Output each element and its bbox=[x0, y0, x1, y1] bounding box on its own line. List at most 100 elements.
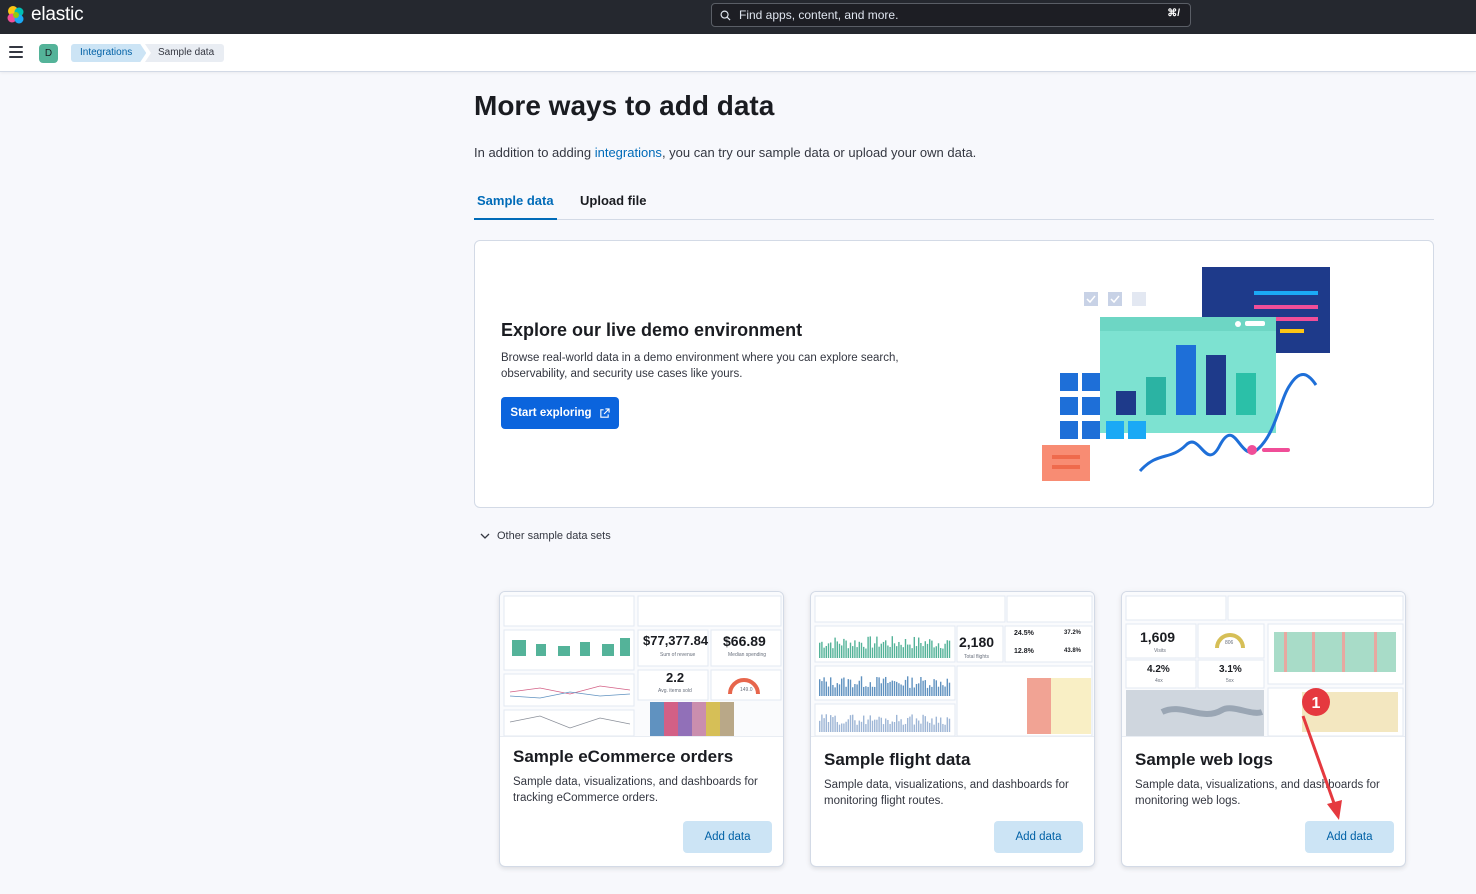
thumbnail-bar bbox=[860, 676, 863, 696]
thumbnail-bar bbox=[909, 716, 911, 732]
thumbnail-bar bbox=[911, 677, 913, 696]
thumbnail-bar bbox=[867, 636, 869, 658]
integrations-link[interactable]: integrations bbox=[595, 145, 662, 160]
thumbnail-bar bbox=[902, 724, 904, 732]
tab-upload-file[interactable]: Upload file bbox=[580, 193, 646, 220]
thumbnail-bar bbox=[876, 636, 878, 658]
thumbnail-bar bbox=[922, 714, 924, 732]
global-search-input[interactable]: Find apps, content, and more. ⌘/ bbox=[711, 3, 1191, 27]
thumbnail-bar bbox=[849, 679, 852, 696]
thumbnail-bar bbox=[876, 719, 878, 732]
thumbnail-bar bbox=[900, 644, 902, 658]
thumbnail-bar bbox=[854, 640, 856, 658]
thumbnail-bar bbox=[841, 645, 843, 658]
thumbnail-bar bbox=[926, 687, 929, 696]
flight-thumb-total-label: Total flights bbox=[964, 654, 990, 660]
page-title: More ways to add data bbox=[474, 90, 775, 121]
thumbnail-bar bbox=[933, 679, 935, 696]
flight-thumb-graphics bbox=[814, 595, 1093, 736]
start-exploring-button[interactable]: Start exploring bbox=[501, 397, 619, 429]
ecommerce-thumb-revenue-label: Sum of revenue bbox=[660, 652, 696, 658]
flight-add-data-button[interactable]: Add data bbox=[994, 821, 1083, 853]
thumbnail-bar bbox=[913, 724, 915, 732]
thumbnail-bar bbox=[856, 647, 858, 658]
thumbnail-bar bbox=[885, 718, 887, 732]
thumbnail-bar bbox=[929, 722, 931, 732]
thumbnail-bar bbox=[841, 678, 843, 696]
thumbnail-bar bbox=[920, 723, 922, 732]
thumbnail-bar bbox=[849, 642, 852, 658]
thumbnail-bar bbox=[867, 719, 869, 732]
thumbnail-bar bbox=[922, 646, 924, 658]
thumbnail-bar bbox=[902, 685, 904, 696]
thumbnail-bar bbox=[896, 714, 898, 732]
thumbnail-bar bbox=[823, 647, 825, 658]
thumbnail-bar bbox=[900, 684, 902, 696]
thumbnail-bar bbox=[871, 647, 874, 658]
thumbnail-bar bbox=[926, 721, 929, 732]
elastic-logo[interactable]: elastic bbox=[6, 4, 84, 26]
thumbnail-bar bbox=[823, 677, 825, 696]
thumbnail-bar bbox=[852, 714, 854, 732]
flight-dashboard-thumbnail: 2,180 Total flights 24.5% 37.2% 12.8% 43… bbox=[811, 592, 1094, 737]
thumbnail-bar bbox=[915, 683, 918, 696]
ecommerce-thumb-graphics bbox=[503, 595, 782, 736]
ecommerce-add-data-button[interactable]: Add data bbox=[683, 821, 772, 853]
thumbnail-bar bbox=[944, 724, 946, 732]
thumbnail-bar bbox=[863, 646, 865, 658]
thumbnail-bar bbox=[942, 723, 944, 732]
thumbnail-bar bbox=[847, 679, 849, 696]
thumbnail-bar bbox=[926, 643, 929, 658]
web-logs-dashboard-thumbnail: 1,609 Visits 806 4.2% 4xx 3.1% 5xx bbox=[1122, 592, 1405, 737]
thumbnail-bar bbox=[830, 715, 832, 732]
thumbnail-bar bbox=[880, 643, 882, 658]
thumbnail-bar bbox=[878, 716, 880, 732]
thumbnail-bar bbox=[845, 686, 847, 696]
thumbnail-bar bbox=[832, 717, 834, 732]
external-link-icon bbox=[599, 407, 610, 418]
weblogs-add-data-button[interactable]: Add data bbox=[1305, 821, 1394, 853]
thumbnail-bar bbox=[885, 640, 887, 658]
thumbnail-bar bbox=[865, 724, 867, 732]
thumbnail-bar bbox=[946, 717, 948, 732]
breadcrumb-sample-data: Sample data bbox=[145, 44, 225, 62]
search-placeholder: Find apps, content, and more. bbox=[739, 8, 899, 22]
start-exploring-label: Start exploring bbox=[510, 407, 592, 419]
thumbnail-bar bbox=[904, 723, 907, 732]
thumbnail-bar bbox=[834, 637, 836, 658]
weblogs-card-title: Sample web logs bbox=[1135, 750, 1273, 769]
thumbnail-bar bbox=[946, 640, 948, 658]
thumbnail-bar bbox=[836, 641, 838, 658]
thumbnail-bar bbox=[907, 644, 909, 658]
ecommerce-thumb-median-label: Median spending bbox=[728, 652, 767, 658]
hamburger-menu-icon[interactable] bbox=[9, 46, 23, 58]
other-sample-data-accordion[interactable]: Other sample data sets bbox=[480, 530, 611, 542]
thumbnail-bar bbox=[929, 685, 931, 696]
thumbnail-bar bbox=[869, 715, 871, 732]
thumbnail-bar bbox=[869, 682, 871, 696]
thumbnail-bar bbox=[913, 636, 915, 658]
sample-flight-card: 2,180 Total flights 24.5% 37.2% 12.8% 43… bbox=[810, 591, 1095, 867]
tab-sample-data[interactable]: Sample data bbox=[474, 193, 557, 220]
search-shortcut: ⌘/ bbox=[1167, 8, 1180, 19]
thumbnail-bar bbox=[900, 719, 902, 732]
weblogs-thumb-visits: 1,609 bbox=[1140, 629, 1176, 645]
thumbnail-bar bbox=[874, 686, 876, 696]
sample-ecommerce-card: $77,377.84 Sum of revenue $66.89 Median … bbox=[499, 591, 784, 867]
thumbnail-bar bbox=[827, 643, 830, 658]
flight-thumb-pct1: 24.5% bbox=[1014, 630, 1034, 637]
breadcrumb-integrations[interactable]: Integrations bbox=[71, 44, 146, 62]
thumbnail-bar bbox=[935, 680, 937, 696]
thumbnail-bar bbox=[867, 686, 869, 696]
thumbnail-bar bbox=[893, 721, 896, 732]
ecommerce-thumb-gauge-value: 149.0 bbox=[740, 687, 753, 693]
thumbnail-bar bbox=[940, 648, 942, 658]
thumbnail-bar bbox=[854, 684, 856, 696]
thumbnail-bar bbox=[893, 681, 896, 696]
thumbnail-bar bbox=[887, 645, 889, 658]
thumbnail-bar bbox=[880, 717, 882, 732]
thumbnail-bar bbox=[843, 638, 845, 658]
ecommerce-thumb-median: $66.89 bbox=[723, 633, 766, 649]
thumbnail-bar bbox=[858, 641, 860, 658]
space-avatar[interactable]: D bbox=[39, 44, 58, 63]
